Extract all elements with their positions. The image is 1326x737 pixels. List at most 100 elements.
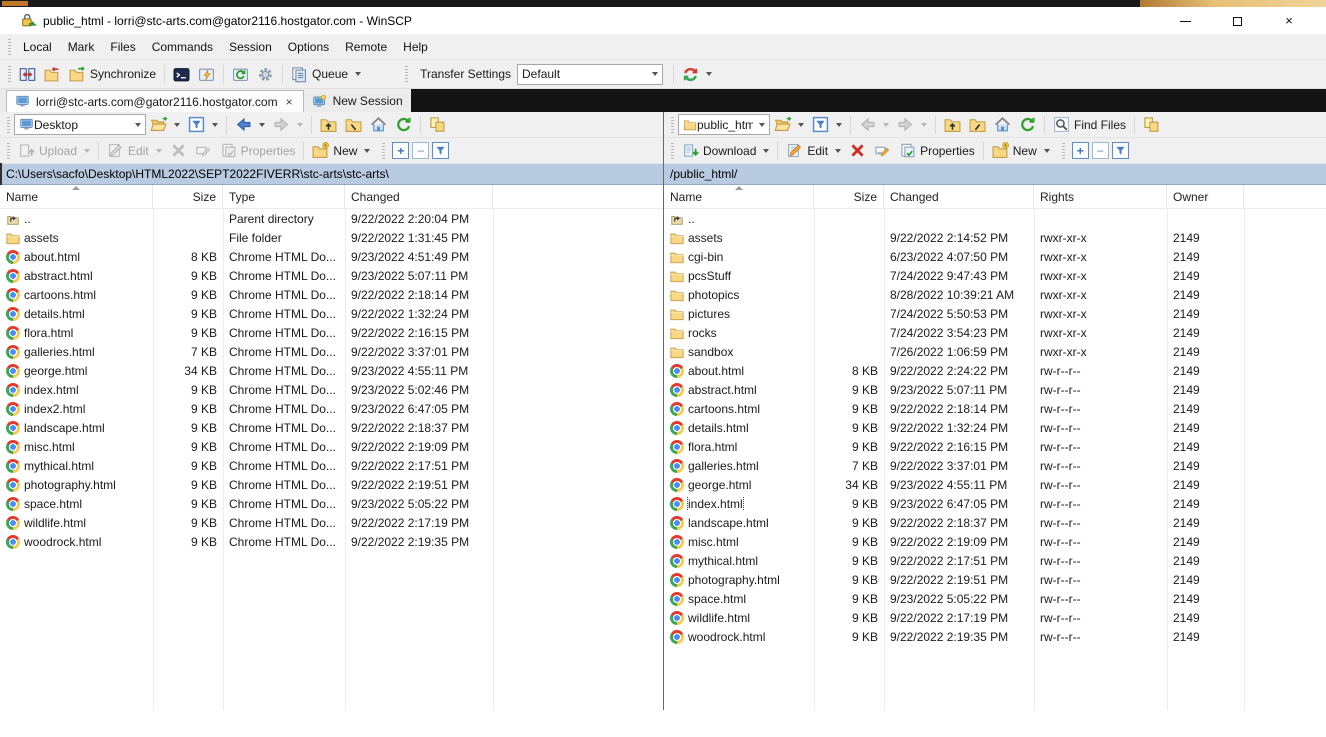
column-header-name[interactable]: Name [664,185,814,208]
file-row[interactable]: rocks7/24/2022 3:54:23 PMrwxr-xr-x2149 [664,323,1326,342]
toolbar-grip[interactable] [8,66,11,82]
close-button[interactable]: × [1278,13,1300,28]
toolbar-grip[interactable] [405,66,408,82]
toolbar-grip[interactable] [671,143,674,159]
remote-refresh-button[interactable] [1015,114,1040,135]
file-row[interactable]: photography.html9 KB9/22/2022 2:19:51 PM… [664,570,1326,589]
toolbar-grip[interactable] [8,39,11,55]
local-open-directory-button[interactable] [146,114,184,135]
local-home-directory-button[interactable] [366,114,391,135]
local-root-directory-button[interactable] [341,114,366,135]
remote-copy-path-button[interactable] [1139,114,1164,135]
session-tab[interactable]: lorri@stc-arts.com@gator2116.hostgator.c… [6,90,304,112]
preferences-button[interactable] [253,64,278,85]
remote-forward-button[interactable] [893,114,931,135]
menu-remote[interactable]: Remote [337,36,395,58]
file-row[interactable]: sandbox7/26/2022 1:06:59 PMrwxr-xr-x2149 [664,342,1326,361]
local-back-button[interactable] [231,114,269,135]
file-row[interactable]: landscape.html9 KB9/22/2022 2:18:37 PMrw… [664,513,1326,532]
remote-new-button[interactable]: New [988,140,1054,161]
upload-button[interactable]: Upload [14,140,94,161]
remote-path-bar[interactable]: /public_html/ [664,164,1326,185]
remote-filter-button[interactable] [808,114,846,135]
local-copy-path-button[interactable] [425,114,450,135]
file-row[interactable]: assets9/22/2022 2:14:52 PMrwxr-xr-x2149 [664,228,1326,247]
file-row[interactable]: index.html9 KB9/23/2022 6:47:05 PMrw-r--… [664,494,1326,513]
file-row[interactable]: galleries.html7 KB9/22/2022 3:37:01 PMrw… [664,456,1326,475]
file-row[interactable]: pictures7/24/2022 5:50:53 PMrwxr-xr-x214… [664,304,1326,323]
file-row[interactable]: space.html9 KB9/23/2022 5:05:22 PMrw-r--… [664,589,1326,608]
toolbar-grip[interactable] [7,117,10,133]
remote-root-directory-button[interactable] [965,114,990,135]
local-select-files-button[interactable]: + [392,142,409,159]
toolbar-grip[interactable] [671,117,674,133]
menu-mark[interactable]: Mark [60,36,103,58]
file-row[interactable]: photography.html9 KBChrome HTML Do...9/2… [0,475,663,494]
file-row[interactable]: about.html8 KB9/22/2022 2:24:22 PMrw-r--… [664,361,1326,380]
file-row[interactable]: assetsFile folder9/22/2022 1:31:45 PM [0,228,663,247]
remote-filter-toggle-button[interactable] [1112,142,1129,159]
synchronize-button[interactable]: Synchronize [65,64,160,85]
maximize-button[interactable] [1226,13,1248,28]
file-row[interactable]: cgi-bin6/23/2022 4:07:50 PMrwxr-xr-x2149 [664,247,1326,266]
file-row[interactable]: abstract.html9 KBChrome HTML Do...9/23/2… [0,266,663,285]
menu-local[interactable]: Local [15,36,60,58]
menu-help[interactable]: Help [395,36,436,58]
column-header-size[interactable]: Size [814,185,884,208]
compare-panels-button[interactable] [15,64,40,85]
local-refresh-button[interactable] [391,114,416,135]
column-header-owner[interactable]: Owner [1167,185,1244,208]
minimize-button[interactable] [1174,13,1196,28]
local-properties-button[interactable]: Properties [216,140,300,161]
local-edit-button[interactable]: Edit [103,140,166,161]
menu-options[interactable]: Options [280,36,337,58]
file-row[interactable]: details.html9 KBChrome HTML Do...9/22/20… [0,304,663,323]
local-forward-button[interactable] [269,114,307,135]
file-row[interactable]: cartoons.html9 KB9/22/2022 2:18:14 PMrw-… [664,399,1326,418]
file-row[interactable]: abstract.html9 KB9/23/2022 5:07:11 PMrw-… [664,380,1326,399]
remote-home-directory-button[interactable] [990,114,1015,135]
remote-back-button[interactable] [855,114,893,135]
file-row[interactable]: landscape.html9 KBChrome HTML Do...9/22/… [0,418,663,437]
column-header-changed[interactable]: Changed [345,185,493,208]
new-session-tab[interactable]: New Session [304,90,411,112]
file-row[interactable]: woodrock.html9 KB9/22/2022 2:19:35 PMrw-… [664,627,1326,646]
menu-session[interactable]: Session [221,36,280,58]
file-row[interactable]: flora.html9 KB9/22/2022 2:16:15 PMrw-r--… [664,437,1326,456]
file-row[interactable]: index2.html9 KBChrome HTML Do...9/23/202… [0,399,663,418]
queue-button[interactable]: Queue [287,64,365,85]
file-row[interactable]: .. [664,209,1326,228]
column-header-changed[interactable]: Changed [884,185,1034,208]
refresh-session-button[interactable] [228,64,253,85]
local-location-select[interactable]: Desktop [14,114,146,135]
sync-browsing-button[interactable] [40,64,65,85]
file-row[interactable]: about.html8 KBChrome HTML Do...9/23/2022… [0,247,663,266]
file-row[interactable]: space.html9 KBChrome HTML Do...9/23/2022… [0,494,663,513]
local-new-button[interactable]: New [308,140,374,161]
file-row[interactable]: george.html34 KB9/23/2022 4:55:11 PMrw-r… [664,475,1326,494]
remote-unselect-files-button[interactable]: − [1092,142,1109,159]
local-path-bar[interactable]: C:\Users\sacfo\Desktop\HTML2022\SEPT2022… [0,164,663,185]
file-row[interactable]: photopics8/28/2022 10:39:21 AMrwxr-xr-x2… [664,285,1326,304]
download-button[interactable]: Download [678,140,773,161]
file-row[interactable]: index.html9 KBChrome HTML Do...9/23/2022… [0,380,663,399]
local-filter-toggle-button[interactable] [432,142,449,159]
file-row[interactable]: george.html34 KBChrome HTML Do...9/23/20… [0,361,663,380]
file-row[interactable]: misc.html9 KB9/22/2022 2:19:09 PMrw-r--r… [664,532,1326,551]
remote-open-directory-button[interactable] [770,114,808,135]
column-header-size[interactable]: Size [153,185,223,208]
column-header-rights[interactable]: Rights [1034,185,1167,208]
menu-commands[interactable]: Commands [144,36,221,58]
local-rename-button[interactable] [191,140,216,161]
toolbar-grip[interactable] [1062,143,1065,159]
find-files-button[interactable]: Find Files [1049,114,1130,135]
file-row[interactable]: woodrock.html9 KBChrome HTML Do...9/22/2… [0,532,663,551]
file-row[interactable]: mythical.html9 KB9/22/2022 2:17:51 PMrw-… [664,551,1326,570]
menu-files[interactable]: Files [102,36,143,58]
local-unselect-files-button[interactable]: − [412,142,429,159]
open-in-putty-button[interactable] [194,64,219,85]
transfer-settings-select[interactable]: Default [517,64,663,85]
file-row[interactable]: wildlife.html9 KB9/22/2022 2:17:19 PMrw-… [664,608,1326,627]
column-header-type[interactable]: Type [223,185,345,208]
remote-properties-button[interactable]: Properties [895,140,979,161]
